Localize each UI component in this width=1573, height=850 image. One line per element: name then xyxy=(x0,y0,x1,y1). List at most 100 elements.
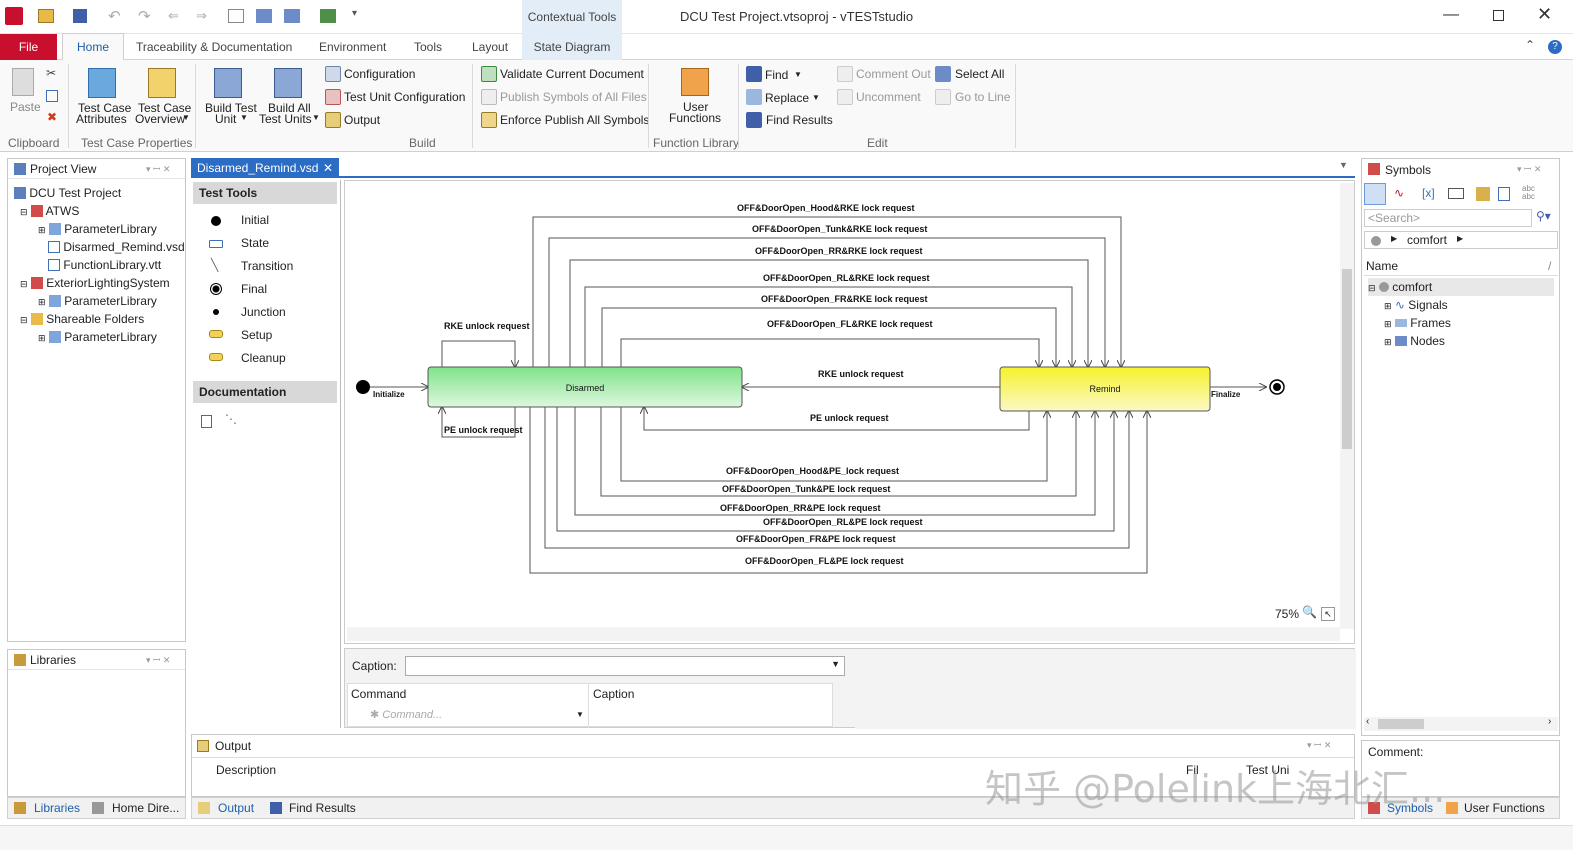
dropdown-icon[interactable]: ▼ xyxy=(182,113,190,122)
enforce-publish-button[interactable]: Enforce Publish All Symbols xyxy=(500,113,649,127)
binoculars-icon[interactable]: ⚲▾ xyxy=(1536,209,1551,223)
uncomment-button[interactable]: Uncomment xyxy=(856,90,921,104)
close-button[interactable]: ✕ xyxy=(1537,4,1552,25)
undo-icon[interactable]: ↶ xyxy=(108,7,121,25)
tree-item-shareable-folders[interactable]: ⊟ Shareable Folders xyxy=(14,310,185,328)
tab-libraries[interactable]: Libraries xyxy=(34,801,80,815)
output-button[interactable]: Output xyxy=(344,113,380,127)
transition-top-fr[interactable] xyxy=(601,307,1056,367)
select-all-icon[interactable] xyxy=(935,66,951,82)
select-all-button[interactable]: Select All xyxy=(955,67,1004,81)
find-icon[interactable] xyxy=(746,66,762,82)
tab-home-directory[interactable]: Home Dire... xyxy=(112,801,179,815)
note-icon[interactable] xyxy=(201,415,212,428)
output-icon[interactable] xyxy=(325,112,341,128)
maximize-button[interactable] xyxy=(1493,10,1504,21)
tool-transition[interactable]: Transition xyxy=(241,255,293,278)
user-functions-label-2[interactable]: Functions xyxy=(669,111,721,125)
vertical-scroll-thumb[interactable] xyxy=(1342,269,1352,449)
paste-icon[interactable] xyxy=(12,68,34,96)
back-icon[interactable]: ⇐ xyxy=(168,8,179,24)
dropdown-icon[interactable]: ▼ xyxy=(240,113,248,122)
export-icon[interactable] xyxy=(320,9,336,23)
tool-state[interactable]: State xyxy=(241,232,269,255)
configuration-icon[interactable] xyxy=(325,66,341,82)
tree-item-project[interactable]: DCU Test Project xyxy=(14,184,185,202)
tree-item-parameterlibrary-3[interactable]: ⊞ ParameterLibrary xyxy=(14,328,185,346)
tree-item-frames[interactable]: ⊞ Frames xyxy=(1368,314,1554,332)
redo-icon[interactable]: ↷ xyxy=(138,7,151,25)
test-case-attributes-label-2[interactable]: Attributes xyxy=(76,112,127,126)
configuration-button[interactable]: Configuration xyxy=(344,67,415,81)
tree-item-nodes[interactable]: ⊞ Nodes xyxy=(1368,332,1554,350)
panel-menu-icon[interactable]: ▾ ꟷ ✕ xyxy=(1307,738,1331,751)
tab-find-results[interactable]: Find Results xyxy=(289,801,356,815)
open-folder-icon[interactable] xyxy=(38,9,54,23)
horizontal-scrollbar[interactable] xyxy=(347,627,1340,641)
user-functions-icon[interactable] xyxy=(681,68,709,96)
tree-item-parameterlibrary-2[interactable]: ⊞ ParameterLibrary xyxy=(14,292,185,310)
save-icon[interactable] xyxy=(73,9,87,23)
tab-output[interactable]: Output xyxy=(218,801,254,815)
tab-state-diagram[interactable]: State Diagram xyxy=(522,34,622,60)
validate-icon[interactable] xyxy=(481,66,497,82)
diagram-canvas[interactable]: Disarmed Remind Initialize Finalize RKE … xyxy=(344,180,1355,644)
chevron-down-icon[interactable]: ▼ xyxy=(576,710,584,719)
minimize-button[interactable]: — xyxy=(1443,6,1459,24)
transition-rke-unlock-self[interactable] xyxy=(441,340,515,367)
build-test-unit-icon[interactable] xyxy=(214,68,242,98)
chevron-down-icon[interactable]: ▼ xyxy=(831,659,840,669)
panel-menu-icon[interactable]: ▾ ꟷ ✕ xyxy=(146,162,170,175)
signal-view-icon[interactable]: ∿ xyxy=(1394,186,1404,200)
tab-traceability[interactable]: Traceability & Documentation xyxy=(122,34,306,60)
dropdown-icon[interactable]: ▼ xyxy=(312,113,320,122)
find-results-icon[interactable] xyxy=(746,112,762,128)
tree-item-atws[interactable]: ⊟ ATWS xyxy=(14,202,185,220)
collapse-ribbon-icon[interactable]: ⌃ xyxy=(1525,38,1535,52)
document-icon[interactable] xyxy=(1498,187,1510,201)
build-icon[interactable] xyxy=(256,9,272,23)
go-to-line-icon[interactable] xyxy=(935,89,951,105)
tab-tools[interactable]: Tools xyxy=(400,34,456,60)
find-results-button[interactable]: Find Results xyxy=(766,113,833,127)
dropdown-icon[interactable]: ▼ xyxy=(794,70,802,79)
scroll-thumb[interactable] xyxy=(1378,719,1424,729)
help-icon[interactable]: ? xyxy=(1548,40,1562,54)
zoom-icon[interactable]: 🔍 xyxy=(1302,605,1317,619)
build-all-icon[interactable] xyxy=(284,9,300,23)
comment-out-icon[interactable] xyxy=(837,66,853,82)
tab-list-icon[interactable]: ▼ xyxy=(1339,160,1348,170)
go-to-line-button[interactable]: Go to Line xyxy=(955,90,1010,104)
build-test-unit-label-2[interactable]: Unit xyxy=(215,112,236,126)
enforce-publish-icon[interactable] xyxy=(481,112,497,128)
symbols-horizontal-scrollbar[interactable]: ‹ › xyxy=(1364,716,1558,731)
panel-menu-icon[interactable]: ▾ ꟷ ✕ xyxy=(1517,162,1541,175)
fit-icon[interactable]: ↖ xyxy=(1321,607,1335,621)
paste-button[interactable]: Paste xyxy=(10,100,41,114)
copy-icon[interactable] xyxy=(46,90,58,102)
scroll-right-icon[interactable]: › xyxy=(1548,716,1551,727)
publish-symbols-button[interactable]: Publish Symbols of All Files xyxy=(500,90,647,104)
variable-view-icon[interactable]: [x] xyxy=(1422,186,1435,200)
tree-item-exterior-lighting[interactable]: ⊟ ExteriorLightingSystem xyxy=(14,274,185,292)
publish-symbols-icon[interactable] xyxy=(481,89,497,105)
tool-initial[interactable]: Initial xyxy=(241,209,269,232)
tool-cleanup[interactable]: Cleanup xyxy=(241,347,286,370)
cut-icon[interactable]: ✂ xyxy=(46,66,56,80)
vertical-scrollbar[interactable] xyxy=(1340,183,1354,629)
test-case-attributes-icon[interactable] xyxy=(88,68,116,98)
tool-junction[interactable]: Junction xyxy=(241,301,286,324)
tab-environment[interactable]: Environment xyxy=(305,34,400,60)
tab-home[interactable]: Home xyxy=(62,33,125,60)
uncomment-icon[interactable] xyxy=(837,89,853,105)
zoom-level[interactable]: 75% xyxy=(1275,607,1299,621)
doc-tab-disarmed-remind[interactable]: Disarmed_Remind.vsd ✕ xyxy=(191,158,339,178)
tab-user-functions[interactable]: User Functions xyxy=(1464,801,1545,815)
replace-button[interactable]: Replace xyxy=(765,91,809,105)
symbols-breadcrumb[interactable]: ▶ comfort ▶ xyxy=(1364,231,1558,249)
breadcrumb-comfort[interactable]: comfort xyxy=(1407,233,1447,247)
print-icon[interactable] xyxy=(228,9,244,23)
panel-menu-icon[interactable]: ▾ ꟷ ✕ xyxy=(146,653,170,666)
transition-bottom-rr[interactable] xyxy=(574,407,1095,516)
find-button[interactable]: Find xyxy=(765,68,788,82)
